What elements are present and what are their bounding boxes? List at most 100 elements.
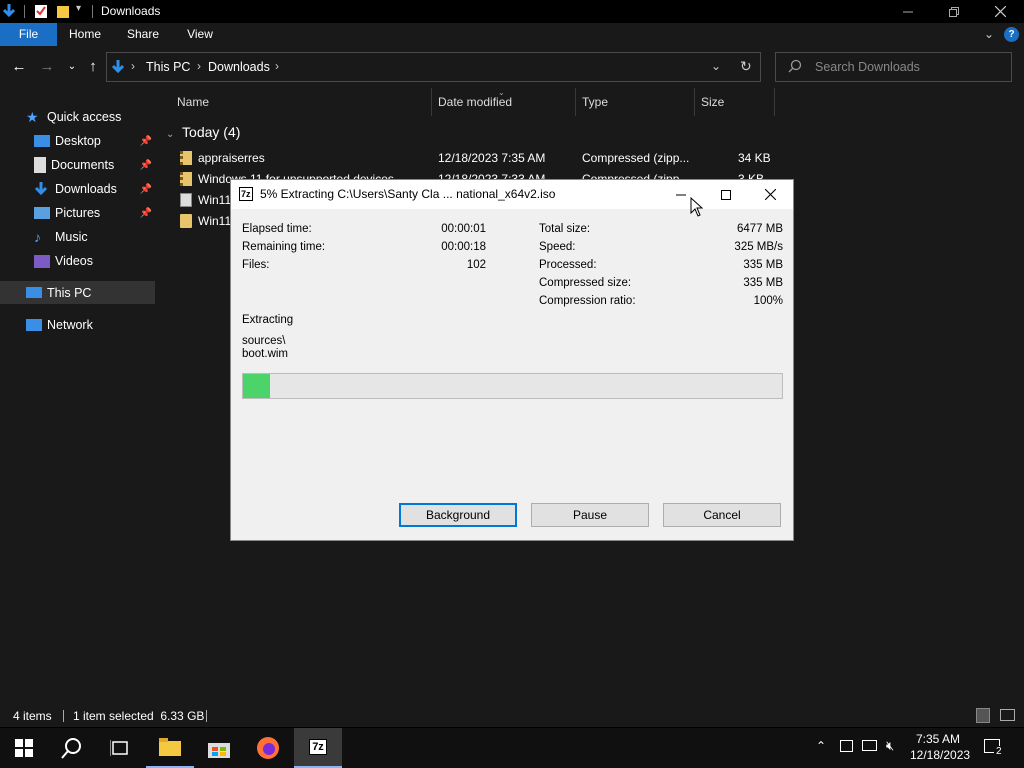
window-titlebar: ▾ Downloads <box>0 0 1024 23</box>
7zip-taskbar-button[interactable]: 7z <box>294 728 342 768</box>
file-explorer-taskbar-button[interactable] <box>146 728 194 768</box>
windows-logo-icon <box>15 739 33 757</box>
elapsed-time-label: Elapsed time: <box>242 223 312 235</box>
group-header[interactable]: ⌄ Today (4) <box>166 124 240 140</box>
up-arrow-icon[interactable]: ↑ <box>82 56 104 78</box>
zip-folder-icon <box>180 172 192 189</box>
compressed-size-label: Compressed size: <box>539 277 632 289</box>
computer-icon <box>26 287 42 298</box>
file-size: 34 KB <box>738 151 771 165</box>
sidebar-item-this-pc[interactable]: This PC <box>0 281 155 304</box>
extract-progress-dialog: 7z 5% Extracting C:\Users\Santy Cla ... … <box>230 179 794 541</box>
sidebar-item-downloads[interactable]: Downloads 📌 <box>0 178 158 200</box>
volume-muted-icon[interactable]: 🔇︎ <box>886 738 894 754</box>
separator <box>24 5 25 18</box>
store-taskbar-button[interactable] <box>195 728 243 768</box>
pin-icon: 📌 <box>139 207 152 219</box>
properties-icon[interactable] <box>34 3 48 19</box>
new-folder-icon[interactable] <box>56 3 70 19</box>
forward-arrow-icon[interactable]: → <box>36 56 58 78</box>
selection-info: 1 item selected 6.33 GB <box>73 709 205 723</box>
sidebar-item-pictures[interactable]: Pictures 📌 <box>0 202 158 224</box>
compression-ratio-label: Compression ratio: <box>539 295 636 307</box>
sidebar-item-videos[interactable]: Videos <box>0 250 158 272</box>
dialog-close-button[interactable] <box>748 180 793 209</box>
pin-icon: 📌 <box>139 135 152 147</box>
show-hidden-icons-icon[interactable]: ⌃ <box>816 739 826 753</box>
nav-quick-access[interactable]: ★ Quick access <box>0 106 158 128</box>
separator <box>63 710 64 722</box>
pause-button[interactable]: Pause <box>531 503 649 527</box>
breadcrumb-this-pc[interactable]: This PC <box>146 60 190 74</box>
address-history-icon[interactable]: ⌄ <box>711 59 721 73</box>
task-view-button[interactable] <box>96 728 144 768</box>
remaining-time-label: Remaining time: <box>242 241 326 253</box>
star-icon: ★ <box>26 109 39 125</box>
speed-label: Speed: <box>539 241 576 253</box>
expand-ribbon-icon[interactable]: ⌄ <box>984 27 994 41</box>
table-row[interactable]: appraiserres 12/18/2023 7:35 AM Compress… <box>170 148 790 169</box>
breadcrumb-separator[interactable]: › <box>131 59 135 73</box>
documents-icon <box>34 157 46 173</box>
refresh-icon[interactable]: ↻ <box>740 58 752 75</box>
close-button[interactable] <box>977 0 1023 23</box>
recent-locations-icon[interactable]: ⌄ <box>61 56 83 78</box>
music-icon: ♪ <box>34 229 41 245</box>
minimize-button[interactable] <box>885 0 931 23</box>
task-view-icon <box>110 740 128 756</box>
cancel-button[interactable]: Cancel <box>663 503 781 527</box>
progress-bar <box>242 373 783 399</box>
window-title: Downloads <box>101 4 161 18</box>
dialog-maximize-button[interactable] <box>703 180 748 209</box>
separator <box>206 710 207 722</box>
sidebar-item-desktop[interactable]: Desktop 📌 <box>0 130 158 152</box>
breadcrumb-separator[interactable]: › <box>275 59 279 73</box>
tab-share[interactable]: Share <box>118 23 168 46</box>
tab-file[interactable]: File <box>0 23 57 46</box>
column-header-name[interactable]: Name <box>171 88 432 116</box>
breadcrumb-downloads[interactable]: Downloads <box>208 60 270 74</box>
elapsed-time-value: 00:00:01 <box>441 223 486 235</box>
meet-now-icon[interactable] <box>840 740 853 752</box>
tab-view[interactable]: View <box>175 23 225 46</box>
7zip-icon: 7z <box>309 739 327 755</box>
network-status-icon[interactable] <box>862 740 877 751</box>
back-arrow-icon[interactable]: ← <box>8 56 30 78</box>
clock-date[interactable]: 12/18/2023 <box>910 748 970 762</box>
sidebar-item-network[interactable]: Network <box>0 314 158 336</box>
downloads-icon <box>34 181 50 197</box>
large-icons-view-icon[interactable] <box>1000 709 1015 721</box>
nav-label: Music <box>55 230 88 244</box>
tab-home[interactable]: Home <box>60 23 110 46</box>
details-view-icon[interactable] <box>976 708 990 723</box>
ribbon-tabs: File Home Share View ⌄ ? <box>0 23 1024 46</box>
dialog-titlebar: 7z 5% Extracting C:\Users\Santy Cla ... … <box>231 180 793 209</box>
nav-label: This PC <box>47 285 92 300</box>
clock-time[interactable]: 7:35 AM <box>916 732 960 746</box>
pictures-icon <box>34 207 50 219</box>
background-button[interactable]: Background <box>399 503 517 527</box>
column-header-type[interactable]: Type <box>576 88 695 116</box>
search-button[interactable] <box>48 728 96 768</box>
address-bar[interactable]: › This PC › Downloads › ⌄ ↻ <box>106 52 761 82</box>
restore-button[interactable] <box>931 0 977 23</box>
compressed-size-value: 335 MB <box>743 277 783 289</box>
sidebar-item-documents[interactable]: Documents 📌 <box>0 154 158 176</box>
start-button[interactable] <box>0 728 48 768</box>
search-icon <box>61 738 81 759</box>
zip-folder-icon <box>180 151 192 168</box>
nav-label: Downloads <box>55 182 117 196</box>
search-box[interactable]: Search Downloads <box>775 52 1012 82</box>
mouse-cursor-icon <box>690 197 704 217</box>
help-icon[interactable]: ? <box>1004 27 1019 42</box>
folder-icon <box>180 214 192 231</box>
column-header-size[interactable]: Size <box>695 88 775 116</box>
current-file: boot.wim <box>242 348 289 360</box>
files-value: 102 <box>466 259 486 271</box>
sidebar-item-music[interactable]: ♪ Music <box>0 226 158 248</box>
nav-label: Documents <box>51 158 115 172</box>
breadcrumb-separator[interactable]: › <box>197 59 201 73</box>
customize-qat-icon[interactable]: ▾ <box>76 3 81 14</box>
item-count: 4 items <box>13 709 52 723</box>
firefox-taskbar-button[interactable] <box>244 728 292 768</box>
